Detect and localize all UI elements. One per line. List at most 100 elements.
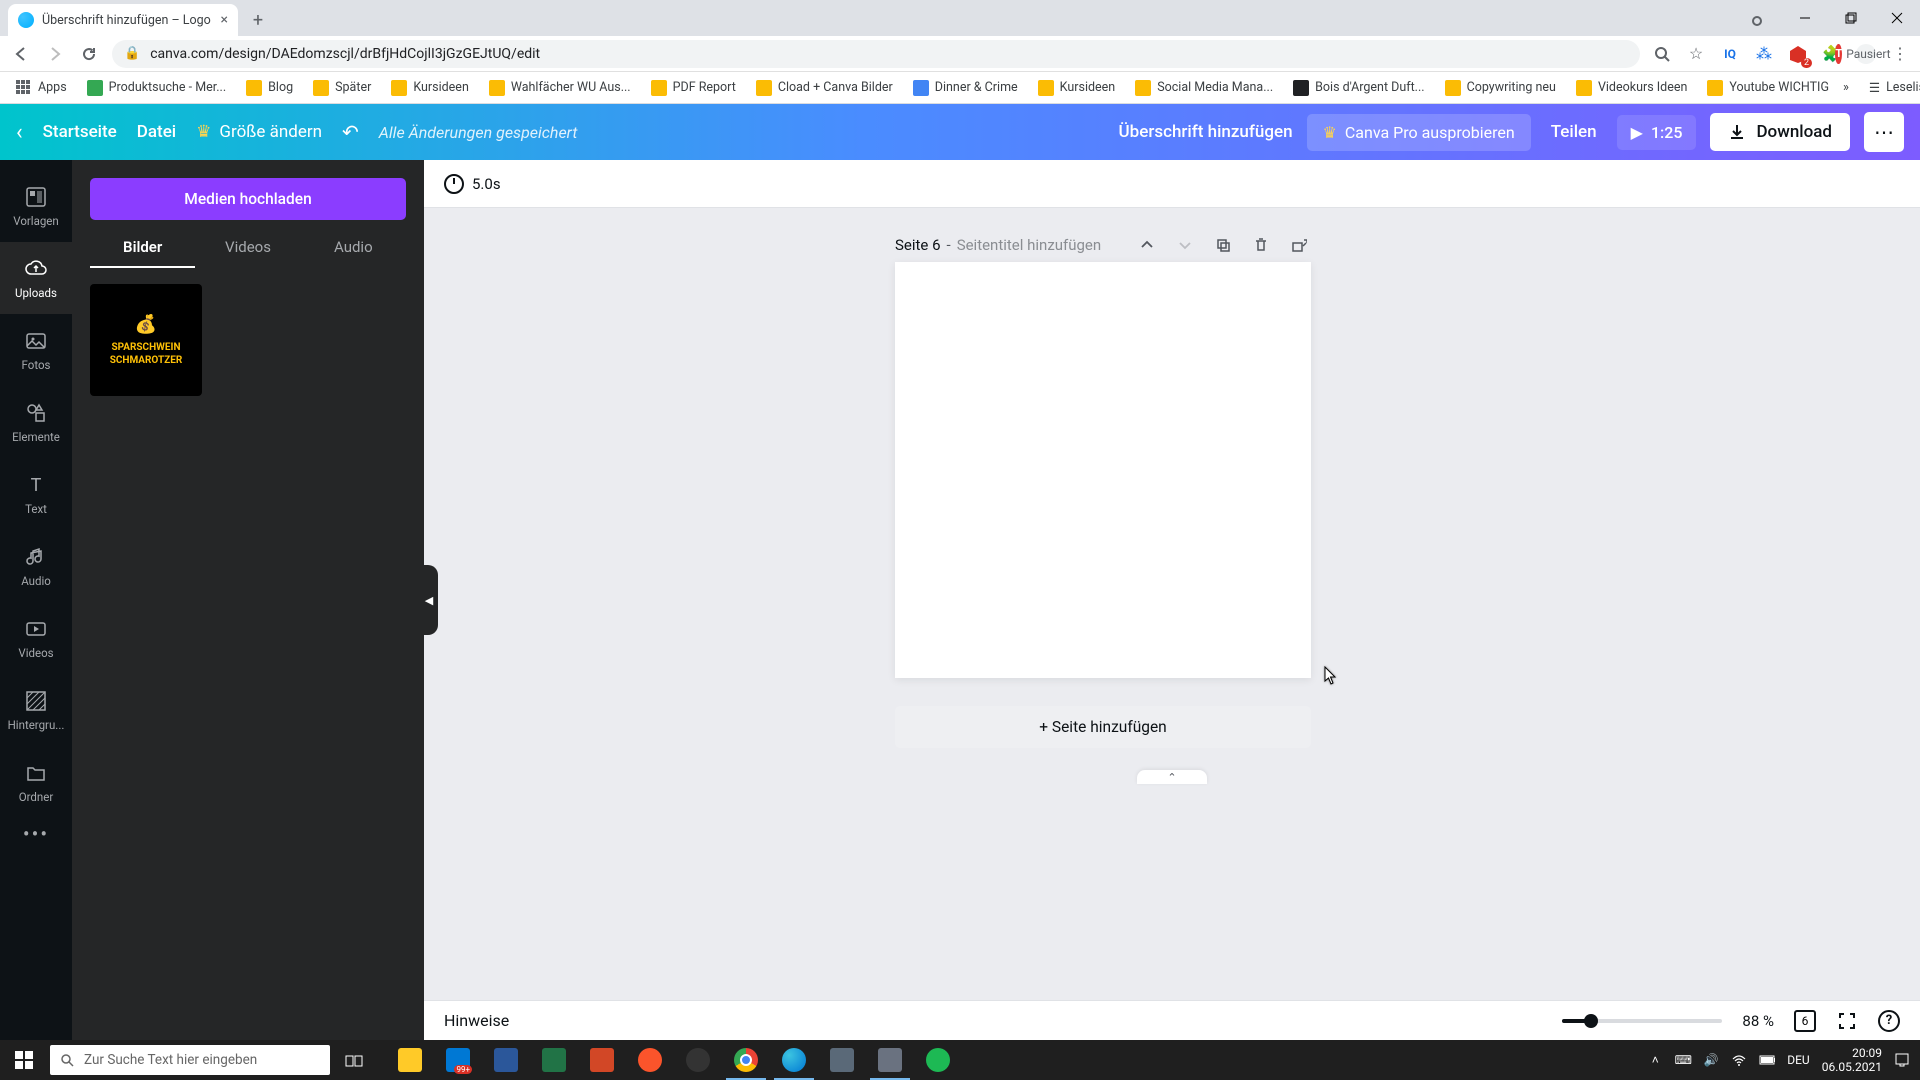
task-spotify[interactable]: [914, 1040, 962, 1080]
task-brave[interactable]: [626, 1040, 674, 1080]
tab-videos[interactable]: Videos: [195, 238, 300, 268]
tray-language[interactable]: DEU: [1787, 1053, 1809, 1067]
window-minimize-button[interactable]: [1782, 3, 1828, 33]
rail-photos[interactable]: Fotos: [0, 314, 72, 386]
rail-templates[interactable]: Vorlagen: [0, 170, 72, 242]
nav-reload-button[interactable]: [78, 43, 100, 65]
bookmark-item[interactable]: Kursideen: [1032, 76, 1122, 100]
download-button[interactable]: Download: [1710, 113, 1850, 151]
tray-notifications-icon[interactable]: [1894, 1052, 1910, 1068]
task-word[interactable]: [482, 1040, 530, 1080]
extension-iq-icon[interactable]: IQ: [1720, 44, 1740, 64]
page-title-input[interactable]: Seitentitel hinzufügen: [957, 236, 1102, 254]
expand-timeline-button[interactable]: ⌃: [1137, 770, 1207, 784]
bookmark-item[interactable]: Youtube WICHTIG: [1701, 76, 1835, 100]
home-link[interactable]: Startseite: [43, 122, 117, 142]
extension-translate-icon[interactable]: ⁂: [1754, 44, 1774, 64]
task-obs[interactable]: [674, 1040, 722, 1080]
window-maximize-button[interactable]: [1828, 3, 1874, 33]
notes-button[interactable]: Hinweise: [444, 1011, 509, 1030]
bookmark-item[interactable]: Copywriting neu: [1439, 76, 1562, 100]
window-close-button[interactable]: [1874, 3, 1920, 33]
bookmark-item[interactable]: PDF Report: [645, 76, 742, 100]
tray-wifi-icon[interactable]: [1731, 1052, 1747, 1068]
help-button[interactable]: ?: [1878, 1010, 1900, 1032]
tab-images[interactable]: Bilder: [90, 238, 195, 268]
duplicate-page-button[interactable]: [1215, 237, 1235, 253]
undo-button[interactable]: ↶: [342, 120, 359, 144]
task-explorer[interactable]: [386, 1040, 434, 1080]
add-page-button[interactable]: + Seite hinzufügen: [895, 706, 1311, 748]
zoom-icon[interactable]: [1652, 44, 1672, 64]
bookmark-star-icon[interactable]: ☆: [1686, 44, 1706, 64]
file-menu[interactable]: Datei: [137, 122, 176, 142]
rail-uploads[interactable]: Uploads: [0, 242, 72, 314]
task-edge[interactable]: [770, 1040, 818, 1080]
start-button[interactable]: [0, 1040, 48, 1080]
bookmark-item[interactable]: Cload + Canva Bilder: [750, 76, 899, 100]
rail-more-button[interactable]: •••: [23, 822, 49, 846]
fullscreen-button[interactable]: [1836, 1010, 1858, 1032]
bookmark-item[interactable]: Blog: [240, 76, 299, 100]
rail-text[interactable]: TText: [0, 458, 72, 530]
close-tab-icon[interactable]: ×: [221, 12, 228, 28]
rail-elements[interactable]: Elemente: [0, 386, 72, 458]
bookmark-item[interactable]: Social Media Mana...: [1129, 76, 1279, 100]
nav-back-button[interactable]: [10, 43, 32, 65]
tray-input-icon[interactable]: ⌨: [1675, 1052, 1691, 1068]
rail-folders[interactable]: Ordner: [0, 746, 72, 818]
tab-audio[interactable]: Audio: [301, 238, 406, 268]
back-home-icon[interactable]: ‹: [16, 120, 23, 145]
bookmark-item[interactable]: Produktsuche - Mer...: [81, 76, 232, 100]
profile-chip[interactable]: T Pausiert: [1856, 44, 1876, 64]
new-tab-button[interactable]: +: [244, 6, 272, 34]
task-excel[interactable]: [530, 1040, 578, 1080]
move-page-up-button[interactable]: [1139, 237, 1159, 253]
task-app1[interactable]: [818, 1040, 866, 1080]
tray-expand-icon[interactable]: ˄: [1647, 1052, 1663, 1068]
zoom-slider-thumb[interactable]: [1584, 1014, 1598, 1028]
more-menu-button[interactable]: ⋯: [1864, 112, 1904, 152]
extension-adblock-icon[interactable]: [1788, 44, 1808, 64]
task-chrome[interactable]: [722, 1040, 770, 1080]
bookmark-item[interactable]: Wahlfächer WU Aus...: [483, 76, 637, 100]
task-mail[interactable]: 99+: [434, 1040, 482, 1080]
task-view-button[interactable]: [330, 1040, 378, 1080]
task-powerpoint[interactable]: [578, 1040, 626, 1080]
rail-background[interactable]: Hintergru...: [0, 674, 72, 746]
task-app2[interactable]: [866, 1040, 914, 1080]
design-title[interactable]: Überschrift hinzufügen: [1119, 122, 1293, 142]
zoom-level[interactable]: 88 %: [1742, 1012, 1774, 1030]
upload-thumbnail[interactable]: 💰 SPARSCHWEIN SCHMAROTZER: [90, 284, 202, 396]
browser-tab-active[interactable]: Überschrift hinzufügen – Logo ×: [8, 4, 238, 36]
try-pro-button[interactable]: ♛Canva Pro ausprobieren: [1307, 114, 1531, 151]
page-more-button[interactable]: [1291, 237, 1311, 253]
resize-button[interactable]: ♛Größe ändern: [196, 122, 322, 142]
rail-audio[interactable]: Audio: [0, 530, 72, 602]
canvas-page[interactable]: [895, 262, 1311, 678]
taskbar-search[interactable]: Zur Suche Text hier eingeben: [50, 1045, 330, 1075]
page-timing-button[interactable]: 5.0s: [444, 174, 501, 194]
bookmark-apps[interactable]: Apps: [10, 76, 73, 100]
browser-menu-button[interactable]: ⋮: [1890, 44, 1910, 64]
account-indicator-icon[interactable]: [1752, 16, 1762, 26]
page-grid-button[interactable]: 6: [1794, 1010, 1816, 1032]
reading-list-button[interactable]: ☰Leseliste: [1863, 76, 1920, 100]
present-button[interactable]: ▶1:25: [1617, 115, 1697, 150]
delete-page-button[interactable]: [1253, 237, 1273, 253]
bookmark-item[interactable]: Später: [307, 76, 377, 100]
rail-videos[interactable]: Videos: [0, 602, 72, 674]
bookmark-item[interactable]: Bois d'Argent Duft...: [1287, 76, 1430, 100]
upload-media-button[interactable]: Medien hochladen: [90, 178, 406, 220]
tray-battery-icon[interactable]: [1759, 1052, 1775, 1068]
canvas-scroll-area[interactable]: Seite 6 - Seitentitel hinzufügen + Seite: [424, 208, 1920, 1000]
bookmark-item[interactable]: Kursideen: [385, 76, 475, 100]
tray-clock[interactable]: 20:09 06.05.2021: [1822, 1046, 1882, 1075]
nav-forward-button[interactable]: [44, 43, 66, 65]
bookmarks-overflow-icon[interactable]: »: [1843, 80, 1849, 95]
zoom-slider[interactable]: [1562, 1019, 1722, 1023]
share-button[interactable]: Teilen: [1545, 122, 1603, 142]
url-input[interactable]: 🔒 canva.com/design/DAEdomzscjl/drBfjHdCo…: [112, 40, 1640, 68]
bookmark-item[interactable]: Videokurs Ideen: [1570, 76, 1693, 100]
tray-volume-icon[interactable]: 🔊: [1703, 1052, 1719, 1068]
